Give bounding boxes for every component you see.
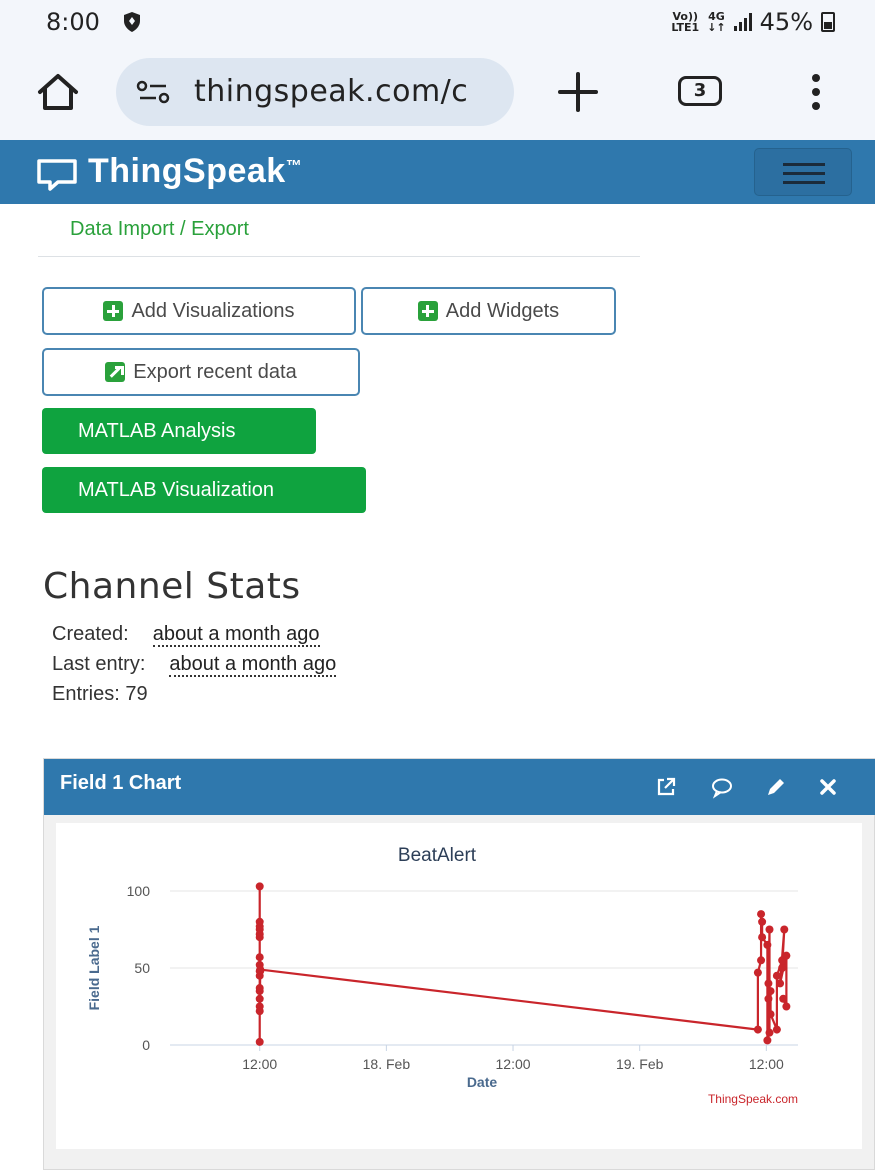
- x-tick-label: 12:00: [496, 1056, 531, 1072]
- site-settings-icon[interactable]: [136, 80, 172, 104]
- stat-created: Created: about a month ago: [52, 623, 320, 647]
- pencil-icon[interactable]: [764, 775, 788, 799]
- channel-stats-title: Channel Stats: [43, 566, 301, 607]
- close-icon[interactable]: [816, 775, 840, 799]
- more-vert-icon[interactable]: [806, 72, 826, 112]
- y-axis-label: Field Label 1: [86, 925, 102, 1010]
- data-point: [779, 994, 788, 1003]
- chart-panel-header: Field 1 Chart: [44, 759, 875, 815]
- tabs-icon[interactable]: 3: [678, 76, 722, 106]
- data-point: [255, 1007, 264, 1016]
- data-point: [782, 951, 791, 960]
- last-entry-value: about a month ago: [169, 653, 337, 677]
- data-point: [764, 994, 773, 1003]
- chart-credit: ThingSpeak.com: [708, 1092, 798, 1106]
- plus-square-icon: [417, 301, 438, 321]
- matlab-analysis-button[interactable]: MATLAB Analysis: [42, 408, 316, 454]
- data-point: [255, 1037, 264, 1046]
- data-point: [757, 956, 766, 965]
- data-point: [255, 930, 264, 939]
- x-tick-label: 12:00: [242, 1056, 277, 1072]
- line-chart: BeatAlert 0 50 100 12:00 18. Feb 12:00 19. Feb 1…: [86, 845, 798, 1106]
- data-indicator: 4G ↓↑: [707, 10, 726, 34]
- status-time: 8:00: [46, 8, 100, 36]
- data-point: [782, 1002, 791, 1011]
- data-point: [255, 994, 264, 1003]
- created-value: about a month ago: [152, 623, 320, 647]
- battery-percent: 45%: [759, 8, 813, 36]
- x-tick-label: 12:00: [749, 1056, 784, 1072]
- data-point: [765, 1028, 774, 1037]
- new-tab-icon[interactable]: [556, 70, 600, 114]
- battery-icon: [821, 12, 835, 32]
- x-tick-label: 18. Feb: [363, 1056, 411, 1072]
- status-bar: 8:00 Vo)) LTE1 4G ↓↑ 45%: [0, 0, 875, 44]
- data-point: [255, 917, 264, 926]
- series-line: [258, 885, 788, 1042]
- chart-panel-title: Field 1 Chart: [60, 772, 182, 794]
- add-visualizations-button[interactable]: Add Visualizations: [42, 287, 356, 335]
- y-tick-label: 50: [134, 960, 150, 976]
- y-tick-label: 100: [127, 883, 151, 899]
- brand-logo[interactable]: ThingSpeak™: [88, 152, 302, 191]
- data-point: [764, 979, 773, 988]
- browser-toolbar: thingspeak.com/c 3: [0, 44, 875, 140]
- shield-icon: [124, 12, 140, 32]
- x-tick-label: 19. Feb: [616, 1056, 664, 1072]
- export-icon: [105, 362, 126, 382]
- data-point: [763, 940, 772, 949]
- url-text[interactable]: thingspeak.com/c: [194, 74, 468, 109]
- data-point: [255, 984, 264, 993]
- external-link-icon[interactable]: [654, 775, 678, 799]
- data-point: [758, 933, 767, 942]
- thingspeak-navbar: ThingSpeak™: [0, 140, 875, 204]
- data-point: [753, 968, 762, 977]
- stat-last-entry: Last entry: about a month ago: [52, 653, 337, 677]
- data-point: [256, 965, 265, 974]
- home-icon[interactable]: [34, 72, 82, 112]
- add-widgets-button[interactable]: Add Widgets: [361, 287, 616, 335]
- chart-title: BeatAlert: [398, 845, 477, 866]
- data-point: [765, 925, 774, 934]
- matlab-visualization-button[interactable]: MATLAB Visualization: [42, 467, 366, 513]
- plus-square-icon: [103, 301, 124, 321]
- data-import-export-link[interactable]: Data Import / Export: [70, 218, 249, 241]
- stat-entries: Entries: 79: [52, 683, 148, 705]
- divider: [38, 256, 640, 257]
- thingspeak-logo-icon[interactable]: [36, 158, 78, 192]
- export-recent-data-button[interactable]: Export recent data: [42, 348, 360, 396]
- address-bar[interactable]: thingspeak.com/c: [116, 58, 514, 126]
- data-point: [780, 925, 789, 934]
- hamburger-menu-button[interactable]: [754, 148, 852, 196]
- data-point: [758, 917, 767, 926]
- data-point: [763, 1036, 772, 1045]
- signal-icon: [733, 13, 752, 31]
- field-chart-panel: Field 1 Chart BeatAlert 0 50 100 12:00 18. Fe…: [43, 758, 875, 1170]
- data-point: [766, 987, 775, 996]
- status-indicators: Vo)) LTE1 4G ↓↑ 45%: [671, 8, 835, 36]
- comment-icon[interactable]: [710, 775, 734, 799]
- data-point: [757, 910, 766, 919]
- data-point: [766, 1010, 775, 1019]
- data-point: [772, 1025, 781, 1034]
- volte-indicator: Vo)) LTE1: [671, 10, 700, 34]
- data-point: [772, 971, 781, 980]
- data-point: [255, 953, 264, 962]
- data-point: [778, 964, 787, 972]
- chart-body: BeatAlert 0 50 100 12:00 18. Feb 12:00 19. Feb 1…: [56, 823, 862, 1149]
- data-point: [255, 882, 264, 891]
- data-point: [753, 1025, 762, 1034]
- y-tick-label: 0: [142, 1037, 150, 1053]
- x-axis-label: Date: [467, 1074, 498, 1090]
- data-point: [776, 979, 785, 988]
